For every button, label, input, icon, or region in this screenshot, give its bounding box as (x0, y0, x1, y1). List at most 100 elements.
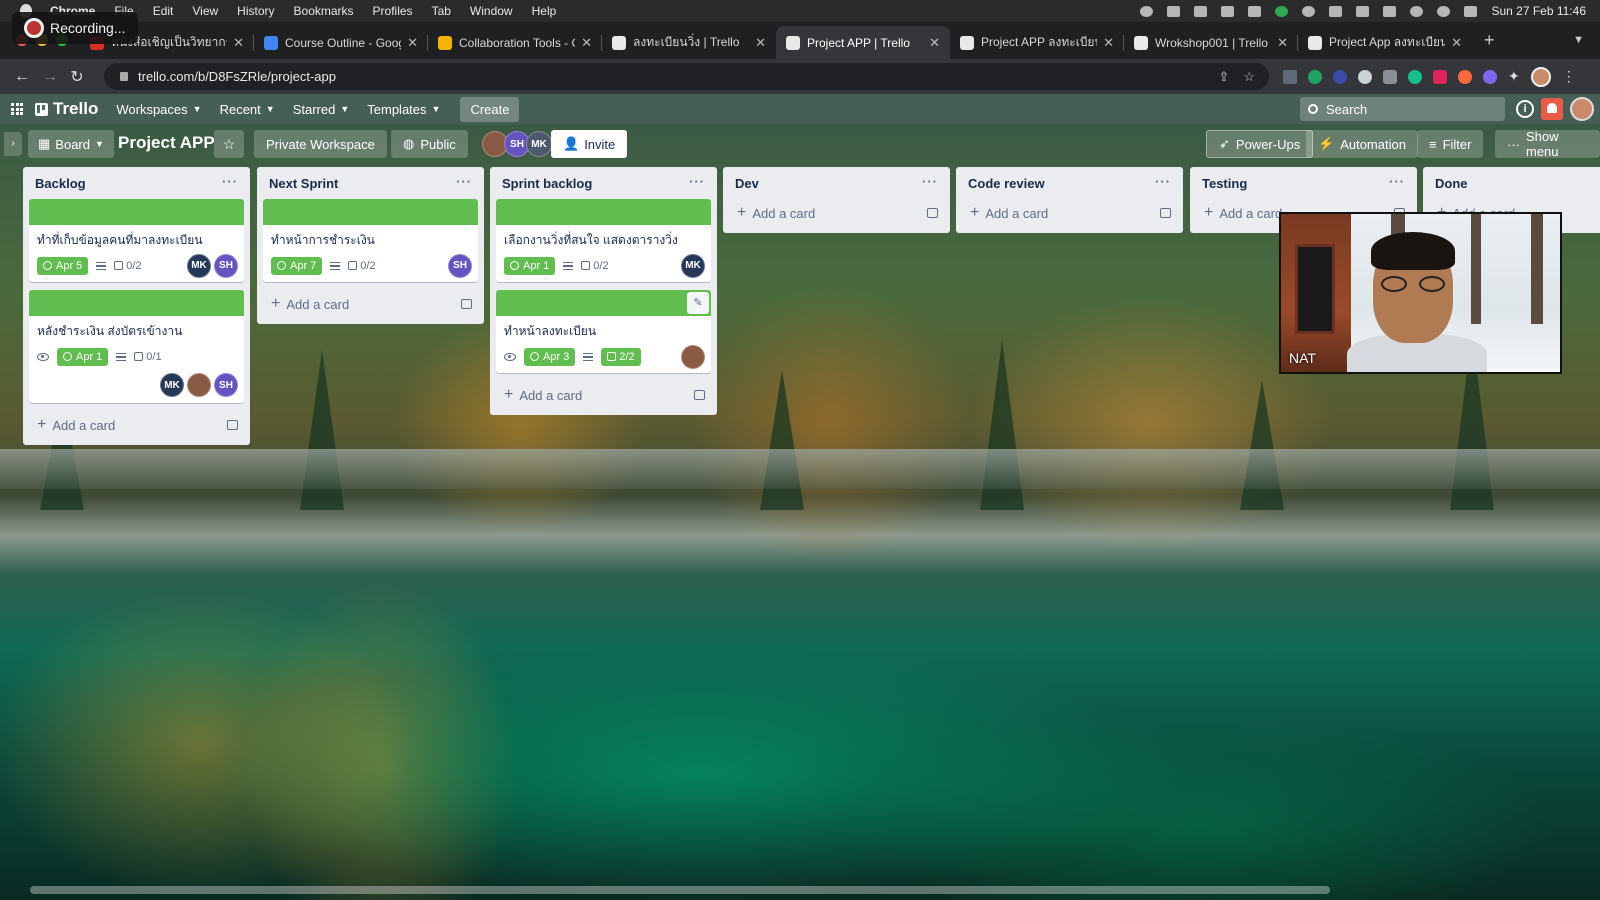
close-tab-icon[interactable]: ✕ (755, 35, 766, 51)
close-tab-icon[interactable]: ✕ (1451, 35, 1462, 51)
extension-status-icon[interactable] (1221, 5, 1235, 17)
star-board-icon[interactable]: ☆ (214, 130, 244, 158)
member-avatar[interactable]: SH (214, 373, 238, 397)
add-card-button[interactable]: + Add a card (29, 411, 244, 439)
board-title[interactable]: Project APP (118, 133, 215, 153)
power-ups-button[interactable]: ➶ Power-Ups (1206, 130, 1314, 158)
video-call-overlay[interactable]: NAT (1279, 212, 1562, 374)
list-header[interactable]: Testing ··· (1196, 167, 1411, 199)
card-template-icon[interactable] (227, 420, 238, 430)
close-tab-icon[interactable]: ✕ (407, 35, 418, 51)
list-title[interactable]: Dev (735, 176, 759, 191)
list-title[interactable]: Next Sprint (269, 176, 338, 191)
grammarly-icon[interactable] (1408, 69, 1422, 84)
list-title[interactable]: Done (1435, 176, 1468, 191)
due-date-badge[interactable]: Apr 1 (504, 256, 556, 275)
battery-icon[interactable] (1383, 5, 1397, 17)
add-card-button[interactable]: + Add a card (496, 381, 711, 409)
card-template-icon[interactable] (461, 299, 472, 309)
list-header[interactable]: Done (1429, 167, 1594, 199)
card[interactable]: ทำหน้าการชำระเงิน Apr 7 0/2 SH (263, 199, 478, 282)
nav-starred[interactable]: Starred ▼ (293, 102, 350, 117)
list-header[interactable]: Next Sprint ··· (263, 167, 478, 199)
list-title[interactable]: Testing (1202, 176, 1247, 191)
notifications-bell-icon[interactable] (1541, 98, 1563, 120)
list-header[interactable]: Code review ··· (962, 167, 1177, 199)
menu-bookmarks[interactable]: Bookmarks (294, 4, 354, 18)
invite-button[interactable]: 👤 Invite (551, 130, 628, 158)
member-avatar[interactable]: MK (187, 253, 211, 278)
menu-help[interactable]: Help (532, 4, 557, 18)
workspace-button[interactable]: Private Workspace (254, 130, 387, 158)
menubar-clock[interactable]: Sun 27 Feb 11:46 (1491, 4, 1586, 18)
list-menu-icon[interactable]: ··· (922, 174, 938, 189)
extension-icon[interactable] (1333, 69, 1347, 84)
menu-profiles[interactable]: Profiles (373, 4, 413, 18)
card[interactable]: หลังชำระเงิน ส่งบัตรเข้างาน Apr 1 0/1 MK… (29, 290, 244, 403)
member-avatar[interactable]: MK (681, 253, 705, 278)
nav-templates[interactable]: Templates ▼ (367, 102, 440, 117)
browser-tab[interactable]: Course Outline - Google D ✕ (254, 26, 428, 59)
browser-tab[interactable]: Collaboration Tools - Goo ✕ (428, 26, 602, 59)
menu-history[interactable]: History (237, 4, 274, 18)
trello-logo[interactable]: Trello (35, 99, 98, 119)
browser-tab[interactable]: ลงทะเบียนวิ่ง | Trello ✕ (602, 26, 776, 59)
add-card-button[interactable]: + Add a card (263, 290, 478, 318)
add-card-button[interactable]: + Add a card (729, 199, 944, 227)
board-horizontal-scrollbar[interactable] (0, 886, 1600, 894)
member-avatar[interactable]: SH (448, 253, 472, 278)
list-menu-icon[interactable]: ··· (1155, 174, 1171, 189)
app-status-icon[interactable] (1194, 5, 1208, 17)
member-avatar[interactable]: SH (214, 253, 238, 278)
bookmark-star-icon[interactable]: ☆ (1243, 69, 1255, 85)
create-button[interactable]: Create (460, 96, 520, 122)
list-title[interactable]: Backlog (35, 176, 86, 191)
list-menu-icon[interactable]: ··· (689, 174, 705, 189)
member-avatar[interactable] (187, 373, 211, 397)
extension-icon[interactable] (1458, 69, 1472, 84)
extension-icon[interactable] (1283, 69, 1297, 84)
card-template-icon[interactable] (1160, 208, 1171, 218)
browser-tab[interactable]: Project App ลงทะเบียนงาน ✕ (1298, 26, 1472, 59)
list-title[interactable]: Code review (968, 176, 1045, 191)
reload-icon[interactable]: ↻ (70, 67, 84, 87)
list-header[interactable]: Sprint backlog ··· (496, 167, 711, 199)
due-date-badge[interactable]: Apr 5 (37, 256, 89, 275)
close-tab-icon[interactable]: ✕ (1277, 35, 1288, 51)
menu-tab[interactable]: Tab (432, 4, 451, 18)
extensions-puzzle-icon[interactable]: ✦ (1508, 68, 1520, 85)
nav-workspaces[interactable]: Workspaces ▼ (116, 102, 201, 117)
extension-icon[interactable] (1358, 69, 1372, 84)
filter-button[interactable]: ≡ Filter (1417, 130, 1484, 158)
spotify-icon[interactable] (1275, 5, 1289, 17)
app-switcher-icon[interactable] (11, 103, 23, 115)
url-text[interactable]: trello.com/b/D8FsZRle/project-app (138, 69, 336, 84)
tab-search-chevron-icon[interactable]: ▼ (1573, 34, 1584, 46)
back-icon[interactable]: ← (14, 68, 30, 86)
camera-extension-icon[interactable] (1383, 69, 1397, 84)
browser-menu-icon[interactable]: ⋮ (1562, 68, 1576, 85)
wifi-icon[interactable] (1410, 5, 1424, 17)
automation-button[interactable]: ⚡ Automation (1306, 130, 1418, 158)
due-date-badge[interactable]: Apr 1 (57, 347, 109, 366)
forward-icon[interactable]: → (42, 68, 58, 86)
card[interactable]: ทำที่เก็บข้อมูลคนที่มาลงทะเบียน Apr 5 0/… (29, 199, 244, 282)
address-bar[interactable]: trello.com/b/D8FsZRle/project-app ⇪ ☆ (104, 63, 1269, 90)
close-tab-icon[interactable]: ✕ (929, 35, 940, 51)
card[interactable]: เลือกงานวิ่งที่สนใจ แสดงตารางวิ่ง Apr 1 … (496, 199, 711, 282)
menu-window[interactable]: Window (470, 4, 513, 18)
close-tab-icon[interactable]: ✕ (233, 35, 244, 51)
browser-profile-avatar[interactable] (1530, 66, 1551, 87)
board-view-switcher[interactable]: ▦ Board ▼ (28, 130, 114, 158)
nav-recent[interactable]: Recent ▼ (220, 102, 275, 117)
list-menu-icon[interactable]: ··· (222, 174, 238, 189)
grid-status-icon[interactable] (1248, 5, 1262, 17)
control-center-icon[interactable] (1464, 5, 1478, 17)
bluetooth-icon[interactable] (1356, 5, 1370, 17)
due-date-badge[interactable]: Apr 3 (524, 347, 576, 366)
visibility-button[interactable]: ◍ Public (391, 130, 468, 158)
list-menu-icon[interactable]: ··· (456, 174, 472, 189)
list-header[interactable]: Dev ··· (729, 167, 944, 199)
menu-view[interactable]: View (192, 4, 218, 18)
input-source-icon[interactable] (1329, 5, 1343, 17)
